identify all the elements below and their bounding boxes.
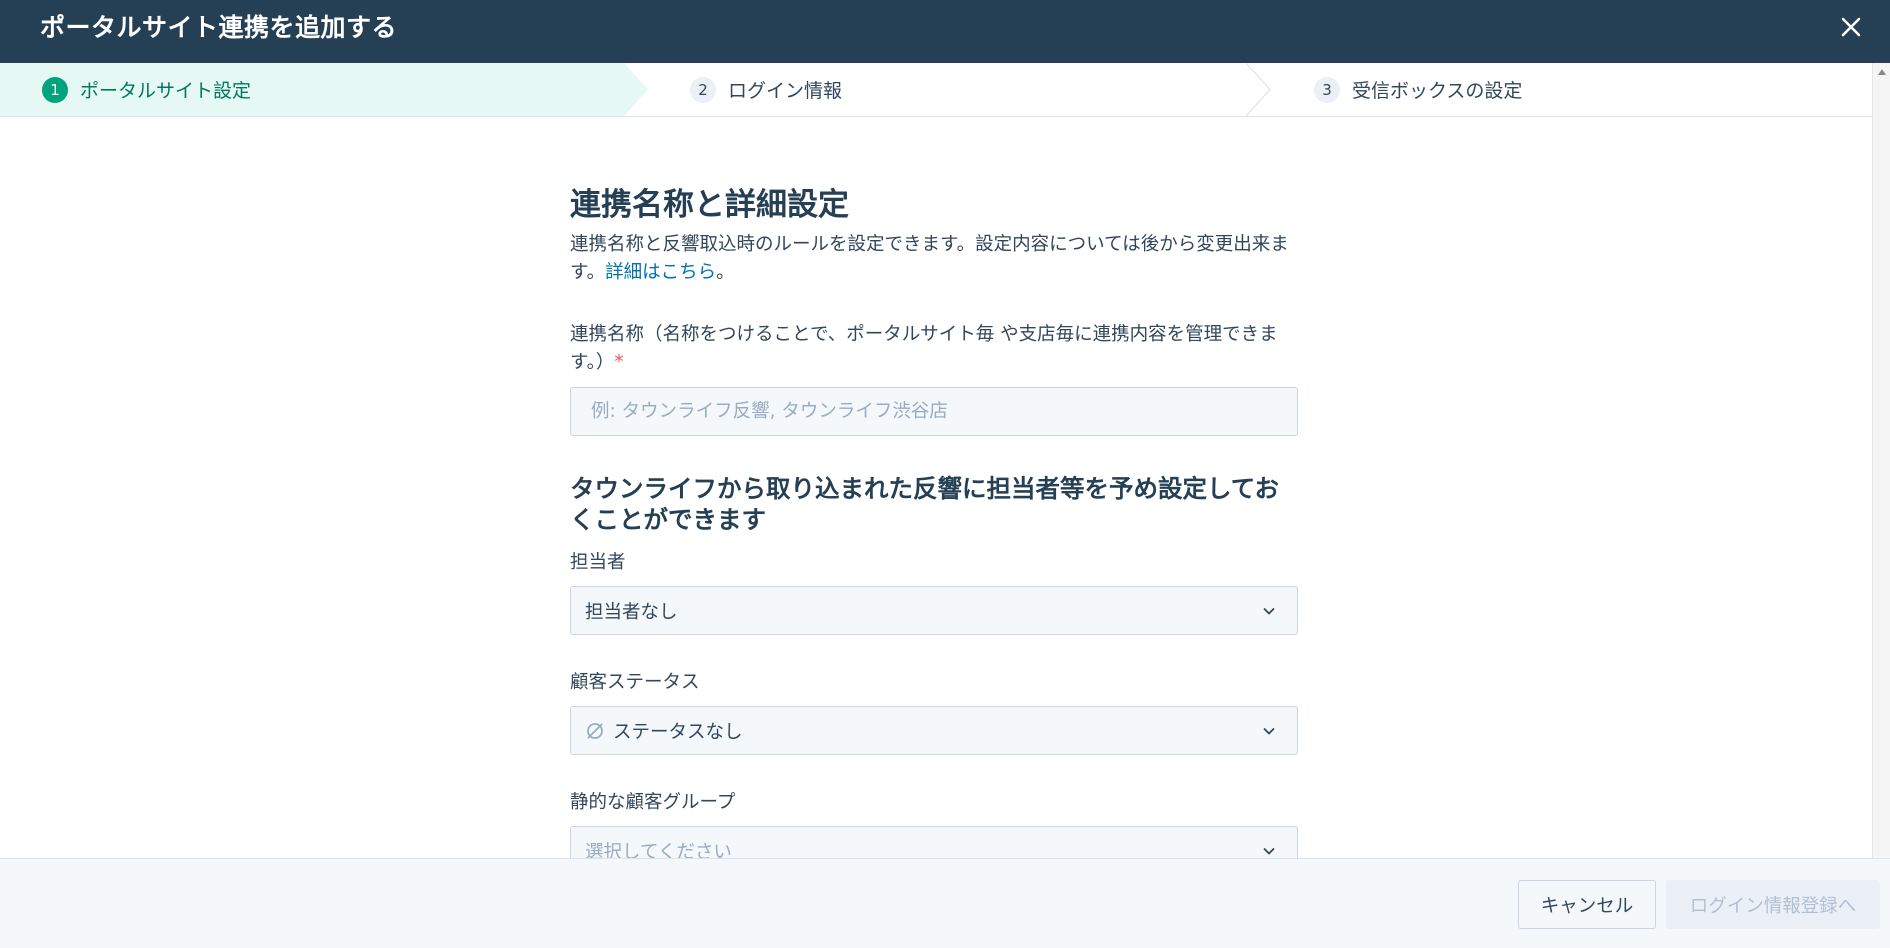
step-login-info[interactable]: 2 ログイン情報 [690,63,842,116]
group-select[interactable]: 選択してください [570,826,1298,858]
modal-footer: キャンセル ログイン情報登録へ [0,858,1890,948]
step-label: ログイン情報 [728,80,843,102]
step-separator-icon [1245,63,1271,116]
close-icon [1841,17,1861,37]
required-mark: * [614,352,624,373]
scroll-up-icon[interactable] [1878,69,1886,75]
modal-header: ポータルサイト連携を追加する [0,0,1890,63]
group-label: 静的な顧客グループ [570,792,736,813]
status-value: ステータスなし [613,721,743,743]
step-label: ポータルサイト設定 [80,80,252,102]
form-content: 連携名称と詳細設定 連携名称と反響取込時のルールを設定できます。設定内容について… [570,117,1300,858]
name-field-label: 連携名称（名称をつけることで、ポータルサイト毎 や支店毎に連携内容を管理できます… [570,321,1300,377]
details-link[interactable]: 詳細はこちら [605,262,716,283]
name-label-text: 連携名称（名称をつけることで、ポータルサイト毎 や支店毎に連携内容を管理できます… [570,324,1278,373]
step-number: 2 [690,76,716,103]
assignee-label: 担当者 [570,552,626,573]
description-end: 。 [716,262,735,283]
next-login-info-button[interactable]: ログイン情報登録へ [1666,880,1880,929]
step-portal-settings[interactable]: 1 ポータルサイト設定 [0,63,648,116]
assignee-value: 担当者なし [585,601,678,623]
status-select[interactable]: ステータスなし [570,706,1298,755]
chevron-down-icon [1263,727,1275,735]
status-label: 顧客ステータス [570,672,700,693]
step-number: 3 [1314,76,1340,103]
section-title: 連携名称と詳細設定 [570,187,849,223]
no-status-icon [587,722,603,739]
step-inbox-settings[interactable]: 3 受信ボックスの設定 [1314,63,1522,116]
stepper: 1 ポータルサイト設定 2 ログイン情報 3 受信ボックスの設定 [0,63,1872,117]
name-input[interactable] [570,387,1298,436]
cancel-button[interactable]: キャンセル [1518,880,1656,929]
scrollbar[interactable] [1872,63,1890,858]
chevron-down-icon [1263,607,1275,615]
section-description: 連携名称と反響取込時のルールを設定できます。設定内容については後から変更出来ます… [570,231,1300,287]
chevron-down-icon [1263,847,1275,855]
modal-title: ポータルサイト連携を追加する [40,12,398,42]
step-number: 1 [42,76,68,103]
assignee-select[interactable]: 担当者なし [570,586,1298,635]
step-label: 受信ボックスの設定 [1352,80,1523,102]
subsection-title: タウンライフから取り込まれた反響に担当者等を予め設定しておくことができます [570,474,1280,534]
close-button[interactable] [1834,10,1868,44]
group-placeholder: 選択してください [585,841,732,859]
